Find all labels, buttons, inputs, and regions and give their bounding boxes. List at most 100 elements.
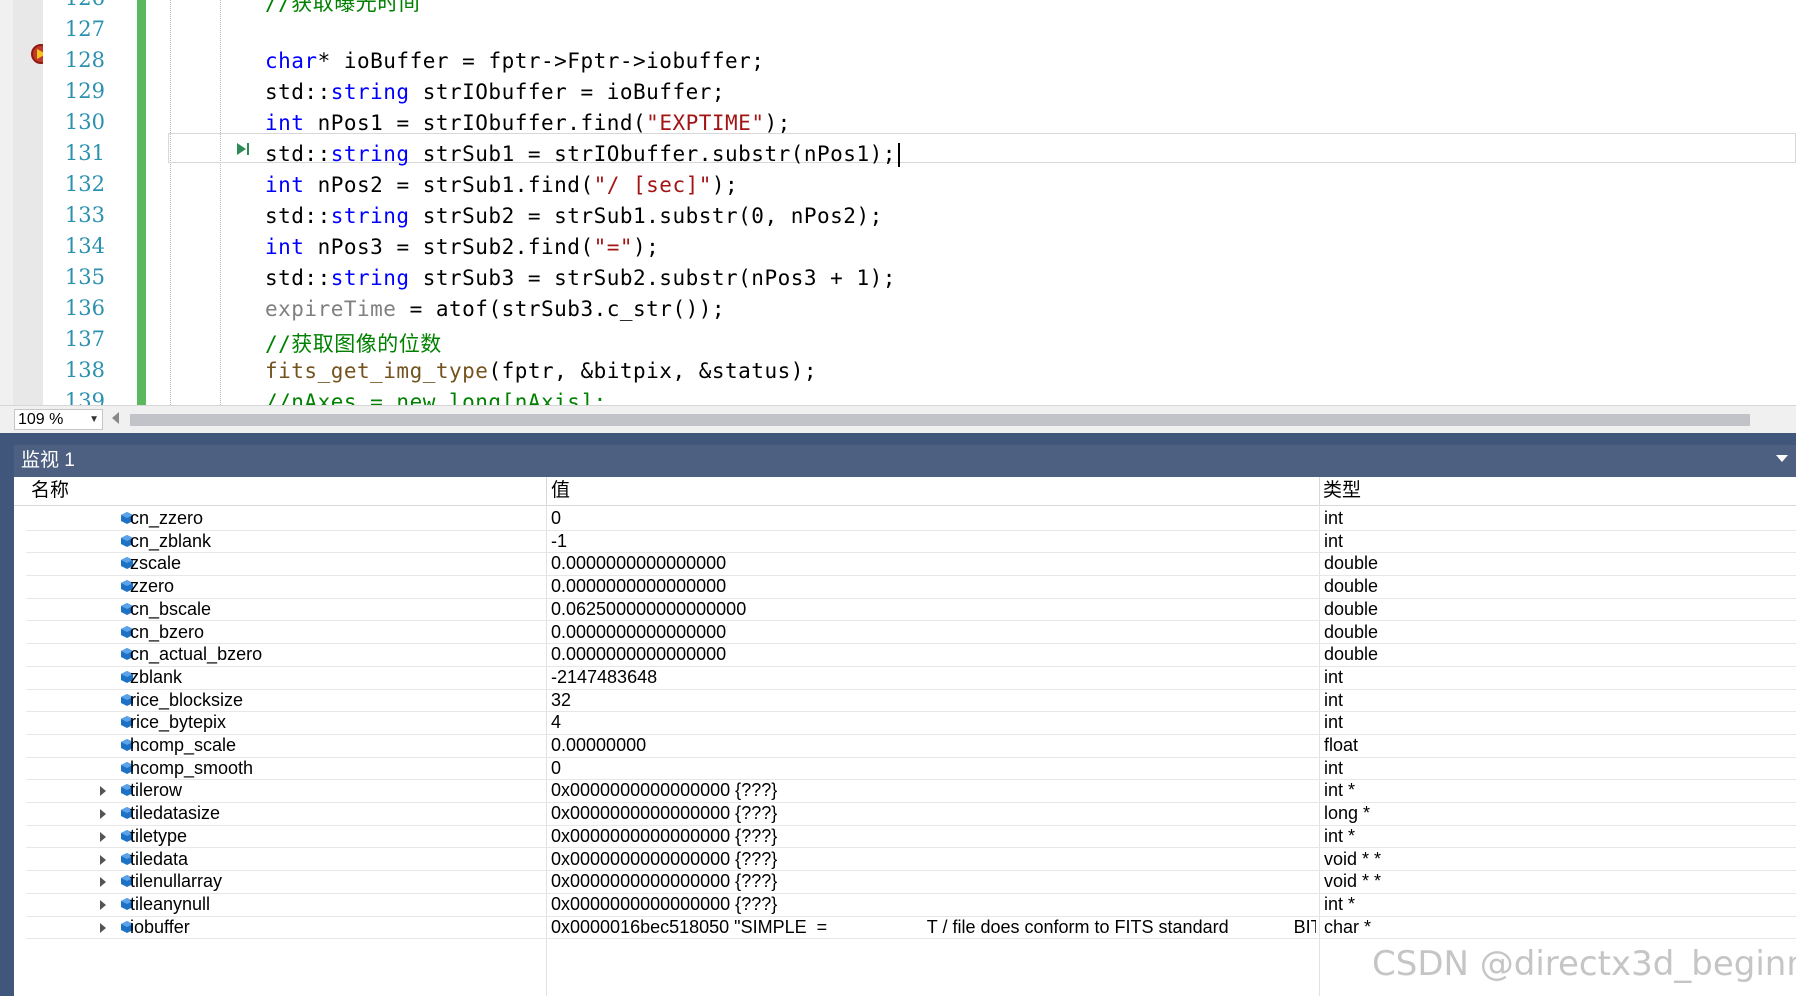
expand-arrow-icon[interactable] <box>100 922 106 933</box>
code-line[interactable]: std::string strSub3 = strSub2.substr(nPo… <box>265 266 896 290</box>
watch-panel-title-bar[interactable]: 监视 1 <box>14 445 1796 477</box>
column-header-value[interactable]: 值 <box>534 477 1319 505</box>
watch-value[interactable]: 0.0000000000000000 <box>551 643 1316 666</box>
line-number: 136 <box>64 296 105 320</box>
watch-row[interactable]: cn_zzero 0 int <box>26 507 1796 531</box>
watch-row[interactable]: cn_bzero 0.0000000000000000 double <box>26 621 1796 645</box>
watch-value[interactable]: 0x0000000000000000 {???} <box>551 893 1316 916</box>
watch-value[interactable]: 0x0000016bec518050 "SIMPLE = T / file do… <box>551 916 1316 939</box>
watch-value[interactable]: 0.0000000000000000 <box>551 575 1316 598</box>
watch-name: tilerow <box>130 780 183 801</box>
watch-row[interactable]: iobuffer 0x0000016bec518050 "SIMPLE = T /… <box>26 916 1796 940</box>
watch-value[interactable]: 0x0000000000000000 {???} <box>551 779 1316 802</box>
panel-separator[interactable] <box>0 433 1796 445</box>
watch-row[interactable]: zblank -2147483648 int <box>26 666 1796 690</box>
code-line[interactable]: std::string strSub1 = strIObuffer.substr… <box>265 142 900 167</box>
watch-grid-header: 名称 值 类型 <box>14 477 1796 506</box>
watch-row[interactable]: tilerow 0x0000000000000000 {???} int * <box>26 779 1796 804</box>
watch-value[interactable]: -1 <box>551 530 1316 553</box>
code-line[interactable]: //获取曝光时间 <box>265 0 420 17</box>
code-line[interactable]: int nPos3 = strSub2.find("="); <box>265 235 659 259</box>
watch-row[interactable]: cn_zblank -1 int <box>26 530 1796 554</box>
line-number: 133 <box>64 203 105 227</box>
watch-type: int * <box>1324 825 1356 846</box>
code-token: nPos1 = strIObuffer.find( <box>304 111 647 135</box>
watch-value[interactable]: 0x0000000000000000 {???} <box>551 802 1316 825</box>
watch-name: cn_bscale <box>130 598 212 619</box>
watch-value[interactable]: 0.062500000000000000 <box>551 598 1316 621</box>
watch-value[interactable]: 0x0000000000000000 {???} <box>551 870 1316 893</box>
zoom-dropdown[interactable]: 109 % ▼ <box>14 409 103 430</box>
zoom-value: 109 % <box>18 411 64 428</box>
code-line[interactable]: int nPos2 = strSub1.find("/ [sec]"); <box>265 173 738 197</box>
code-token: fits_get_img_type <box>265 359 489 383</box>
watch-row[interactable]: rice_blocksize 32 int <box>26 689 1796 713</box>
watch-value[interactable]: 0 <box>551 757 1316 780</box>
watch-row[interactable]: hcomp_scale 0.00000000 float <box>26 734 1796 758</box>
code-line[interactable]: //获取图像的位数 <box>265 328 442 358</box>
code-token: nPos2 = strSub1.find( <box>304 173 594 197</box>
column-header-type[interactable]: 类型 <box>1319 477 1796 505</box>
editor-left-strip <box>0 0 13 405</box>
code-token: //获取曝光时间 <box>265 0 421 15</box>
watch-value[interactable]: 4 <box>551 711 1316 734</box>
scroll-left-icon[interactable] <box>112 412 119 424</box>
expand-arrow-icon[interactable] <box>100 877 106 888</box>
code-token: "=" <box>593 235 634 259</box>
watch-type: int * <box>1324 780 1356 801</box>
watch-value[interactable]: 0.00000000 <box>551 734 1316 757</box>
watch-value[interactable]: -2147483648 <box>551 666 1316 689</box>
watch-value[interactable]: 32 <box>551 689 1316 712</box>
code-token: strSub3 = strSub2.substr(nPos3 + 1); <box>409 266 896 290</box>
expand-arrow-icon[interactable] <box>100 899 106 910</box>
expand-arrow-icon[interactable] <box>100 854 106 865</box>
watch-type: int * <box>1324 893 1356 914</box>
panel-left-border <box>0 445 14 996</box>
watch-name: tilenullarray <box>130 871 223 892</box>
watch-name: rice_blocksize <box>130 689 244 710</box>
watch-value[interactable]: 0 <box>551 507 1316 530</box>
watch-name: hcomp_scale <box>130 735 237 755</box>
code-line[interactable]: expireTime = atof(strSub3.c_str()); <box>265 297 725 321</box>
column-header-name[interactable]: 名称 <box>14 477 546 505</box>
watch-value[interactable]: 0.0000000000000000 <box>551 552 1316 575</box>
watch-value[interactable]: 0x0000000000000000 {???} <box>551 825 1316 848</box>
watch-type: void * * <box>1324 848 1382 869</box>
watch-value[interactable]: 0x0000000000000000 {???} <box>551 848 1316 871</box>
code-line[interactable]: int nPos1 = strIObuffer.find("EXPTIME"); <box>265 111 791 135</box>
code-line[interactable]: char* ioBuffer = fptr->Fptr->iobuffer; <box>265 49 764 73</box>
expand-arrow-icon[interactable] <box>100 809 106 820</box>
code-editor[interactable]: 126 127 128 129 130 131 132 133 134 135 136 137 138 1… <box>0 0 1796 405</box>
code-line[interactable]: //nAxes = new long[nAxis]; <box>265 390 607 405</box>
code-token: //获取图像的位数 <box>265 332 442 356</box>
watch-row[interactable]: tileanynull 0x0000000000000000 {???} int * <box>26 893 1796 917</box>
watch-row[interactable]: hcomp_smooth 0 int <box>26 757 1796 781</box>
watch-value[interactable]: 0.0000000000000000 <box>551 621 1316 644</box>
watch-row[interactable]: cn_actual_bzero 0.0000000000000000 double <box>26 643 1796 667</box>
run-to-click-icon[interactable] <box>235 141 251 157</box>
watch-name: cn_bzero <box>130 621 205 642</box>
watch-type: void * * <box>1324 871 1382 892</box>
glyph-margin[interactable] <box>13 0 51 405</box>
watch-grid[interactable]: 名称 值 类型 cn_zzero 0 int cn_zblank -1 int zscale… <box>14 477 1796 996</box>
expand-arrow-icon[interactable] <box>100 786 106 797</box>
watch-row[interactable]: tiledata 0x0000000000000000 {???} void * * <box>26 848 1796 872</box>
watch-row[interactable]: tilenullarray 0x0000000000000000 {???} voi… <box>26 870 1796 894</box>
watch-name: rice_bytepix <box>130 712 227 733</box>
code-line[interactable]: fits_get_img_type(fptr, &bitpix, &status… <box>265 359 817 383</box>
horizontal-scrollbar-thumb[interactable] <box>130 414 1750 426</box>
watch-row[interactable]: tiledatasize 0x0000000000000000 {???} long… <box>26 802 1796 826</box>
watch-row[interactable]: cn_bscale 0.062500000000000000 double <box>26 598 1796 622</box>
expand-arrow-icon[interactable] <box>100 831 106 842</box>
panel-options-icon[interactable] <box>1776 455 1788 462</box>
code-line[interactable]: std::string strSub2 = strSub1.substr(0, … <box>265 204 883 228</box>
watch-row[interactable]: rice_bytepix 4 int <box>26 711 1796 735</box>
watch-row[interactable]: zscale 0.0000000000000000 double <box>26 552 1796 577</box>
watch-type: int <box>1324 757 1344 778</box>
code-token: string <box>330 142 410 166</box>
watch-row[interactable]: tiletype 0x0000000000000000 {???} int * <box>26 825 1796 849</box>
code-token: int <box>265 235 305 259</box>
code-line[interactable]: std::string strIObuffer = ioBuffer; <box>265 80 725 104</box>
line-number: 128 <box>64 48 105 72</box>
watch-row[interactable]: zzero 0.0000000000000000 double <box>26 575 1796 599</box>
